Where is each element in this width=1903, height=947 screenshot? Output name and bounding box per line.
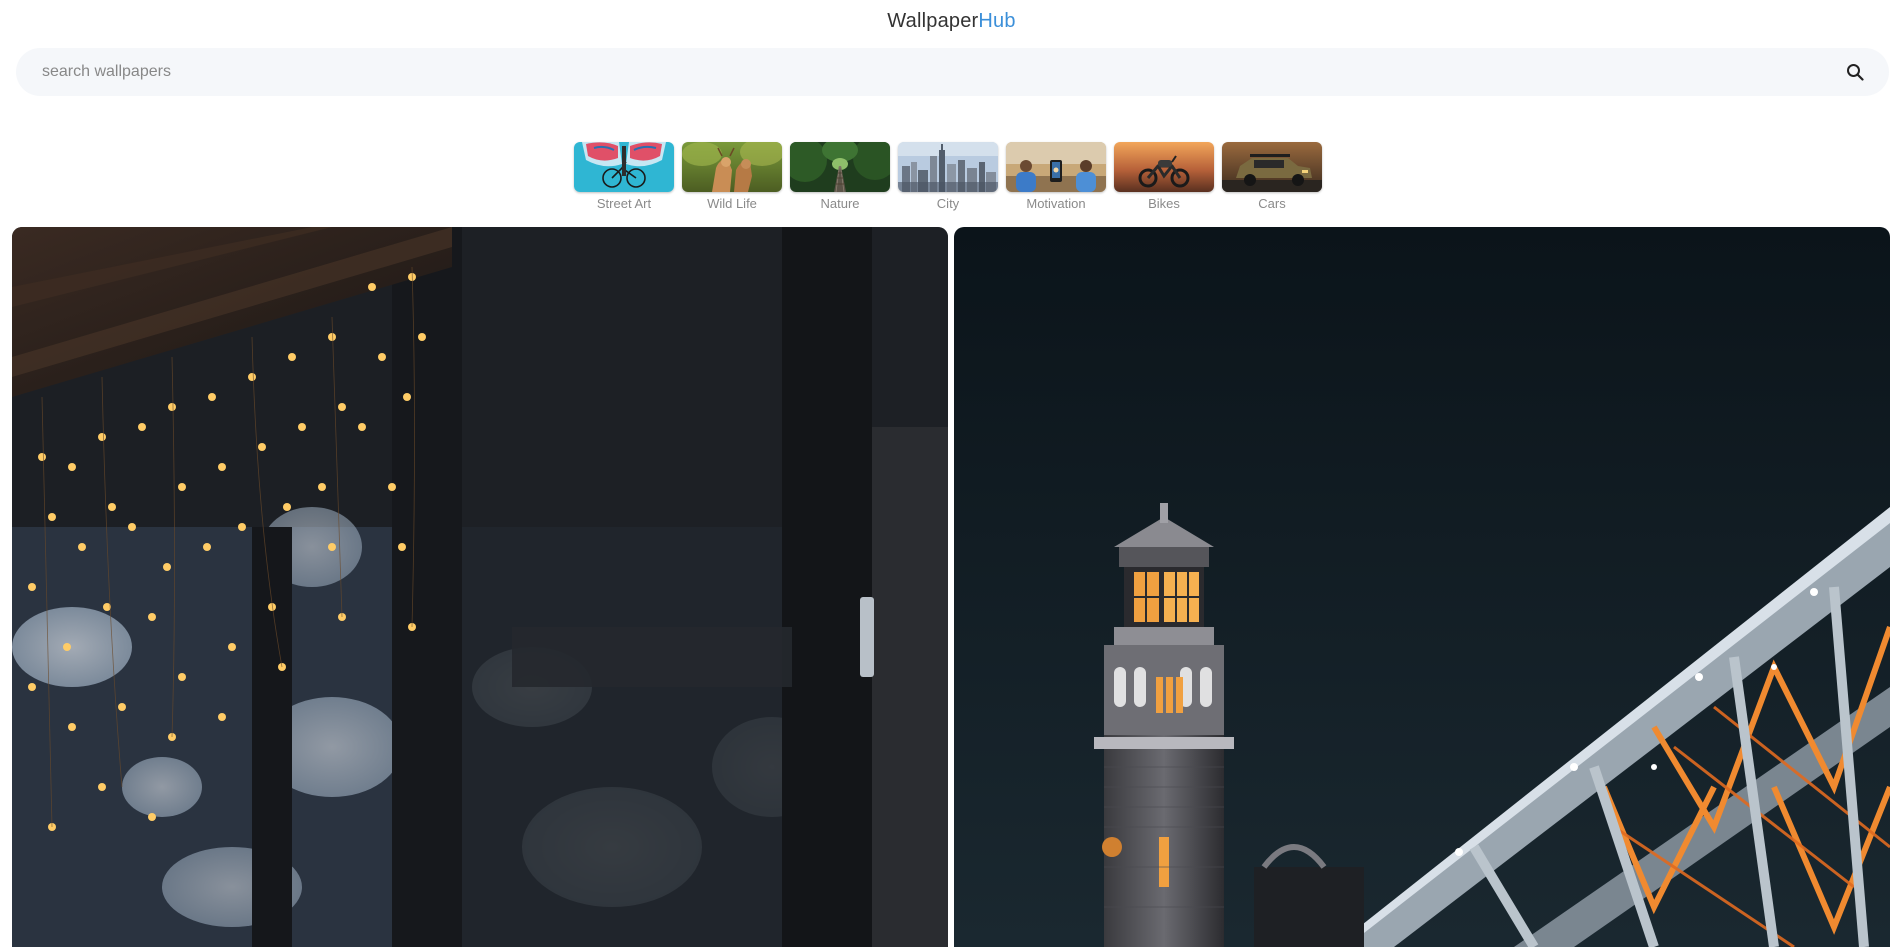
category-label: Motivation xyxy=(1026,196,1086,211)
category-label: Nature xyxy=(820,196,860,211)
wallpaper-card[interactable] xyxy=(12,227,948,947)
category-thumbnail xyxy=(898,142,998,192)
category-thumbnail xyxy=(790,142,890,192)
category-nature[interactable]: Nature xyxy=(790,142,890,211)
category-wild-life[interactable]: Wild Life xyxy=(682,142,782,211)
search-icon xyxy=(1847,64,1864,81)
category-thumbnail xyxy=(1006,142,1106,192)
wallpaper-image xyxy=(12,227,948,947)
category-motivation[interactable]: Motivation xyxy=(1006,142,1106,211)
logo-accent-text: Hub xyxy=(978,9,1016,32)
category-thumbnail xyxy=(1114,142,1214,192)
category-street-art[interactable]: Street Art xyxy=(574,142,674,211)
category-list: Street Art Wild Life Nature City Motivat… xyxy=(574,142,1322,211)
search-input[interactable] xyxy=(40,62,1841,82)
category-label: Cars xyxy=(1258,196,1286,211)
category-label: Street Art xyxy=(596,196,652,211)
category-label: City xyxy=(936,196,960,211)
category-thumbnail xyxy=(1222,142,1322,192)
category-bikes[interactable]: Bikes xyxy=(1114,142,1214,211)
search-button[interactable] xyxy=(1841,58,1869,86)
wallpaper-card[interactable] xyxy=(954,227,1890,947)
wallpaper-image xyxy=(954,227,1890,947)
logo-main-text: Wallpaper xyxy=(887,9,979,32)
search-bar xyxy=(16,48,1889,96)
category-thumbnail xyxy=(574,142,674,192)
wallpaper-gallery xyxy=(12,227,1890,947)
category-label: Bikes xyxy=(1148,196,1180,211)
site-header: WallpaperHub xyxy=(0,0,1903,42)
category-label: Wild Life xyxy=(707,196,757,211)
category-city[interactable]: City xyxy=(898,142,998,211)
category-thumbnail xyxy=(682,142,782,192)
category-cars[interactable]: Cars xyxy=(1222,142,1322,211)
site-logo[interactable]: WallpaperHub xyxy=(887,10,1015,33)
